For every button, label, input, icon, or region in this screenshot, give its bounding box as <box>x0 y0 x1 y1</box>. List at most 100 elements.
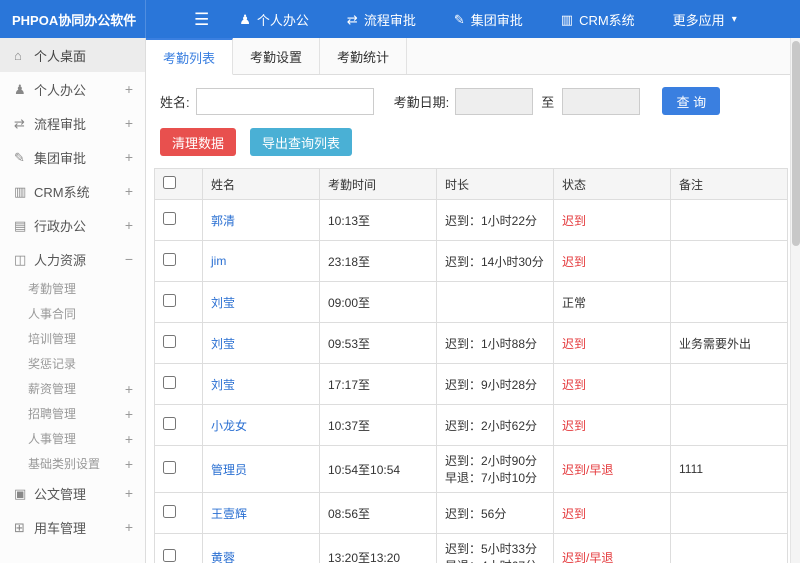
date-to-input[interactable] <box>562 87 641 115</box>
sidebar-item[interactable]: 薪资管理 + <box>0 376 145 401</box>
note-cell <box>670 404 788 446</box>
topnav-item[interactable]: ♟ 个人办公 ▾ <box>239 10 309 29</box>
scrollbar-thumb[interactable] <box>792 41 800 246</box>
sidebar-item[interactable]: ♟ 个人办公 + <box>0 72 145 106</box>
employee-name-link[interactable]: 管理员 <box>211 463 247 477</box>
sidebar-item[interactable]: ◫ 人力资源 − <box>0 242 145 276</box>
date-from-input[interactable] <box>455 87 534 115</box>
expand-toggle[interactable]: + <box>125 432 133 446</box>
row-checkbox[interactable] <box>163 461 176 474</box>
row-checkbox[interactable] <box>163 549 176 562</box>
sidebar-item[interactable]: 人事合同 <box>0 301 145 326</box>
employee-name-link[interactable]: 小龙女 <box>211 419 247 433</box>
sidebar-item-label: 培训管理 <box>28 332 77 346</box>
search-button[interactable]: 查 询 <box>662 87 721 115</box>
expand-toggle[interactable]: + <box>125 382 133 396</box>
home-icon: ⌂ <box>14 47 22 63</box>
expand-toggle[interactable]: + <box>125 184 133 198</box>
sidebar-item-label: CRM系统 <box>34 184 90 200</box>
expand-toggle[interactable]: + <box>125 520 133 534</box>
row-checkbox[interactable] <box>163 376 176 389</box>
row-checkbox[interactable] <box>163 294 176 307</box>
expand-toggle[interactable]: + <box>125 218 133 232</box>
hamburger-menu-icon[interactable]: ☰ <box>194 11 209 28</box>
employee-name-link[interactable]: 郭清 <box>211 214 235 228</box>
sidebar-item[interactable]: 基础类别设置 + <box>0 451 145 476</box>
flow-icon: ⇄ <box>14 115 25 131</box>
sidebar-item[interactable]: ▤ 行政办公 + <box>0 208 145 242</box>
employee-name-link[interactable]: jim <box>211 254 226 268</box>
table-row: 管理员 10:54至10:54 迟到：2小时90分 早退：7小时10分 迟到/早… <box>154 445 788 493</box>
sidebar-item[interactable]: 招聘管理 + <box>0 401 145 426</box>
checkbox-cell <box>154 363 203 405</box>
duration-cell: 迟到：1小时22分 <box>436 199 554 241</box>
expand-toggle[interactable]: + <box>125 116 133 130</box>
sidebar-item[interactable]: ⊞ 用车管理 + <box>0 510 145 544</box>
row-checkbox[interactable] <box>163 505 176 518</box>
status-cell: 迟到 <box>553 240 671 282</box>
edit-icon: ✎ <box>453 11 465 27</box>
table-row: 刘莹 17:17至 迟到：9小时28分 迟到 <box>154 363 788 405</box>
tab[interactable]: 考勤统计 <box>320 38 408 74</box>
sidebar-item[interactable]: ⌂ 个人桌面 <box>0 38 145 72</box>
duration-cell: 迟到：2小时62分 <box>436 404 554 446</box>
employee-name-link[interactable]: 黄蓉 <box>211 551 235 563</box>
sidebar-item-label: 奖惩记录 <box>28 357 77 371</box>
row-checkbox[interactable] <box>163 253 176 266</box>
expand-toggle[interactable]: + <box>125 407 133 421</box>
employee-name-link[interactable]: 刘莹 <box>211 296 235 310</box>
sidebar-item[interactable]: ▥ CRM系统 + <box>0 174 145 208</box>
expand-toggle[interactable]: + <box>125 457 133 471</box>
row-checkbox[interactable] <box>163 335 176 348</box>
row-checkbox[interactable] <box>163 212 176 225</box>
sidebar-item[interactable]: 奖惩记录 <box>0 351 145 376</box>
date-label: 考勤日期: <box>393 94 450 110</box>
select-all-checkbox[interactable] <box>163 176 176 189</box>
topnav-item[interactable]: ▥ CRM系统 ▾ <box>561 10 635 29</box>
clean-data-button[interactable]: 清理数据 <box>160 128 237 156</box>
duration-cell: 迟到：56分 <box>436 492 554 534</box>
attendance-time-cell: 09:00至 <box>319 281 437 323</box>
book-icon: ◫ <box>14 251 27 267</box>
topnav-item[interactable]: ✎ 集团审批 ▾ <box>454 10 523 29</box>
name-input[interactable] <box>195 87 374 115</box>
name-cell: 刘莹 <box>202 322 320 364</box>
employee-name-link[interactable]: 王壹辉 <box>211 507 247 521</box>
expand-toggle[interactable]: + <box>125 150 133 164</box>
expand-toggle[interactable]: + <box>125 82 133 96</box>
sidebar-item[interactable]: 培训管理 <box>0 326 145 351</box>
checkbox-cell <box>154 199 203 241</box>
sidebar-item[interactable]: 考勤管理 <box>0 276 145 301</box>
sidebar-item[interactable]: ✎ 集团审批 + <box>0 140 145 174</box>
expand-toggle[interactable]: + <box>125 486 133 500</box>
attendance-table: 姓名 考勤时间 时长 状态 备注 郭清 10:13至 迟到：1小时22分 迟到 … <box>154 168 788 563</box>
main-wrap: ⌂ 个人桌面 ♟ 个人办公 + ⇄ 流程审批 + ✎ 集团审批 + ▥ CRM系… <box>0 38 800 563</box>
app-root: PHPOA协同办公软件 ☰ ♟ 个人办公 ▾ ⇄ 流程审批 ▾ ✎ 集团审批 <box>0 0 800 563</box>
sidebar-item[interactable]: ▣ 公文管理 + <box>0 476 145 510</box>
tab[interactable]: 考勤列表 <box>146 38 234 75</box>
export-list-button[interactable]: 导出查询列表 <box>250 128 353 156</box>
topnav-item[interactable]: 更多应用 ▾ <box>673 10 737 29</box>
expand-toggle[interactable]: − <box>125 252 133 266</box>
nav-label: 集团审批 <box>470 12 523 28</box>
action-buttons: 清理数据 导出查询列表 <box>146 126 788 168</box>
note-cell <box>670 199 788 241</box>
employee-name-link[interactable]: 刘莹 <box>211 378 235 392</box>
checkbox-cell <box>154 445 203 493</box>
sidebar-item[interactable]: 人事管理 + <box>0 426 145 451</box>
table-row: 刘莹 09:00至 正常 <box>154 281 788 323</box>
tab-bar: 考勤列表 考勤设置 考勤统计 <box>146 38 800 75</box>
tab-label: 考勤设置 <box>250 49 303 65</box>
status-cell: 迟到 <box>553 199 671 241</box>
name-cell: 小龙女 <box>202 404 320 446</box>
tab[interactable]: 考勤设置 <box>233 38 321 74</box>
row-checkbox[interactable] <box>163 417 176 430</box>
sidebar-item[interactable]: ⇄ 流程审批 + <box>0 106 145 140</box>
content-area: 考勤列表 考勤设置 考勤统计 姓名: 考勤日期: 至 查 询 清理数据 导出查询… <box>146 38 800 563</box>
sidebar-item-label: 流程审批 <box>34 116 87 132</box>
employee-name-link[interactable]: 刘莹 <box>211 337 235 351</box>
sidebar-item-label: 人事合同 <box>28 307 77 321</box>
topnav-item[interactable]: ⇄ 流程审批 ▾ <box>347 10 416 29</box>
chart-icon: ▥ <box>14 183 27 199</box>
scrollbar[interactable] <box>790 38 800 563</box>
